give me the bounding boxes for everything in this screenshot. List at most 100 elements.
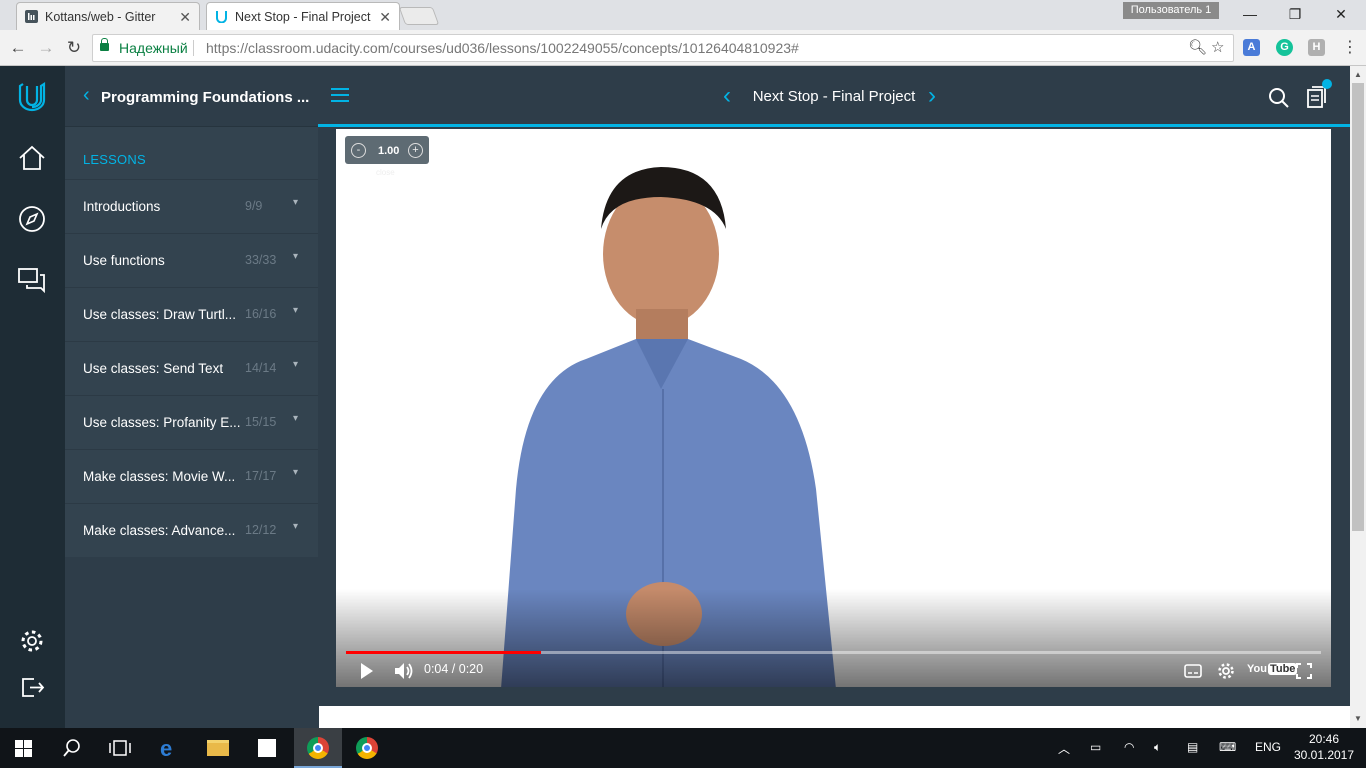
home-icon[interactable] xyxy=(16,142,48,174)
speaker-icon[interactable]: 🔈︎ xyxy=(1154,740,1161,755)
new-tab-button[interactable] xyxy=(398,7,440,25)
video-settings-icon[interactable] xyxy=(1217,662,1235,680)
tab-udacity[interactable]: Next Stop - Final Project ✕ xyxy=(206,2,400,30)
lesson-item[interactable]: Introductions 9/9 ▾ xyxy=(65,179,318,233)
close-window-icon[interactable]: ✕ xyxy=(1326,4,1356,24)
lesson-count: 16/16 xyxy=(245,307,277,321)
notification-dot xyxy=(1322,79,1332,89)
chat-icon[interactable] xyxy=(16,264,48,296)
translate-extension-icon[interactable]: A xyxy=(1243,39,1260,56)
scroll-down-icon[interactable]: ▼ xyxy=(1354,714,1362,723)
back-icon[interactable]: ← xyxy=(6,36,30,60)
course-title[interactable]: Programming Foundations ... xyxy=(101,89,309,106)
lesson-name: Make classes: Movie W... xyxy=(83,469,236,484)
url-text[interactable]: https://classroom.udacity.com/courses/ud… xyxy=(206,35,799,61)
edge-taskbar-icon[interactable]: e xyxy=(146,728,194,768)
chevron-down-icon[interactable]: ▾ xyxy=(293,359,298,370)
lesson-item[interactable]: Make classes: Advance... 12/12 ▾ xyxy=(65,503,318,557)
browser-menu-icon[interactable]: ⋮ xyxy=(1338,36,1362,60)
playback-speed-control: - 1.00 + xyxy=(345,136,429,164)
taskbar-clock[interactable]: 20:46 30.01.2017 xyxy=(1292,731,1356,763)
settings-gear-icon[interactable] xyxy=(16,625,48,657)
concept-title: Next Stop - Final Project xyxy=(752,88,916,105)
speed-decrease-button[interactable]: - xyxy=(351,143,366,158)
browser-tab-strip: Kottans/web - Gitter ✕ Next Stop - Final… xyxy=(0,0,1366,30)
lessons-panel: LESSONS Introductions 9/9 ▾ Use function… xyxy=(65,127,318,557)
chevron-down-icon[interactable]: ▾ xyxy=(293,197,298,208)
notifications-icon[interactable]: ▤ xyxy=(1187,740,1198,754)
lesson-item[interactable]: Use functions 33/33 ▾ xyxy=(65,233,318,287)
task-view-icon[interactable] xyxy=(109,740,131,756)
lesson-count: 15/15 xyxy=(245,415,277,429)
scroll-thumb[interactable] xyxy=(1352,83,1364,531)
chevron-down-icon[interactable]: ▾ xyxy=(293,413,298,424)
grammarly-extension-icon[interactable]: G xyxy=(1276,39,1293,56)
tab-gitter-title: Kottans/web - Gitter xyxy=(45,10,156,24)
bookmark-star-icon[interactable]: ☆ xyxy=(1211,35,1224,61)
language-indicator[interactable]: ENG xyxy=(1255,740,1281,754)
page-scrollbar[interactable]: ▲ ▼ xyxy=(1350,66,1366,728)
lesson-name: Use classes: Draw Turtl... xyxy=(83,307,237,322)
compass-icon[interactable] xyxy=(16,203,48,235)
tab-gitter[interactable]: Kottans/web - Gitter ✕ xyxy=(16,2,200,30)
speed-increase-button[interactable]: + xyxy=(408,143,423,158)
tab-udacity-title: Next Stop - Final Project xyxy=(235,10,371,24)
lesson-item[interactable]: Use classes: Profanity E... 15/15 ▾ xyxy=(65,395,318,449)
play-icon[interactable] xyxy=(360,662,374,680)
clock-time: 20:46 xyxy=(1308,732,1340,746)
search-icon[interactable] xyxy=(1268,87,1290,109)
youtube-logo-icon[interactable]: You Tube xyxy=(1247,663,1298,675)
secure-label: Надежный xyxy=(119,40,188,56)
chrome-profile-taskbar-icon[interactable] xyxy=(343,728,391,768)
back-chevron-icon[interactable]: ‹ xyxy=(83,84,90,107)
tray-chevron-up-icon[interactable]: ︿ xyxy=(1058,740,1070,757)
subtitles-icon[interactable] xyxy=(1184,664,1202,678)
chevron-down-icon[interactable]: ▾ xyxy=(293,467,298,478)
address-bar[interactable]: Надежный https://classroom.udacity.com/c… xyxy=(92,34,1234,62)
lesson-item[interactable]: Use classes: Send Text 14/14 ▾ xyxy=(65,341,318,395)
reload-icon[interactable]: ↻ xyxy=(62,36,86,60)
scroll-up-icon[interactable]: ▲ xyxy=(1354,70,1362,79)
speed-value: 1.00 xyxy=(378,145,400,157)
store-taskbar-icon[interactable] xyxy=(243,728,291,768)
lesson-item[interactable]: Use classes: Draw Turtl... 16/16 ▾ xyxy=(65,287,318,341)
lessons-heading: LESSONS xyxy=(83,152,146,167)
lesson-count: 33/33 xyxy=(245,253,277,267)
minimize-icon[interactable]: — xyxy=(1235,4,1265,24)
h-extension-icon[interactable]: H xyxy=(1308,39,1325,56)
lesson-item[interactable]: Make classes: Movie W... 17/17 ▾ xyxy=(65,449,318,503)
video-player[interactable]: - 1.00 + close 0:04 / 0:20 You Tube xyxy=(336,129,1331,687)
volume-icon[interactable] xyxy=(393,661,415,681)
keyboard-icon[interactable]: ⌨ xyxy=(1219,740,1236,754)
content-footer xyxy=(319,706,1350,728)
youtube-label: You xyxy=(1247,663,1267,675)
windows-start-icon[interactable] xyxy=(15,740,32,757)
lesson-name: Make classes: Advance... xyxy=(83,523,236,538)
profile-button[interactable]: Пользователь 1 xyxy=(1123,2,1219,19)
battery-icon[interactable]: ▭ xyxy=(1090,740,1101,754)
browser-toolbar: ← → ↻ Надежный https://classroom.udacity… xyxy=(0,30,1366,66)
speed-close-link[interactable]: close xyxy=(376,168,395,177)
zoom-search-icon[interactable]: 🔍︎ xyxy=(1188,35,1207,61)
wifi-icon[interactable]: ◠ xyxy=(1124,740,1134,754)
url-divider xyxy=(193,40,194,56)
clock-date: 30.01.2017 xyxy=(1293,748,1355,762)
tab-close-icon[interactable]: ✕ xyxy=(179,3,191,30)
chevron-down-icon[interactable]: ▾ xyxy=(293,251,298,262)
chrome-taskbar-icon[interactable] xyxy=(294,728,342,768)
windows-taskbar: e ︿ ▭ ◠ 🔈︎ ▤ ⌨ ENG 20:46 30.01.2017 xyxy=(0,728,1366,768)
udacity-logo-icon[interactable] xyxy=(16,80,48,112)
restore-icon[interactable]: ❐ xyxy=(1280,4,1310,24)
video-progress-bar[interactable] xyxy=(346,651,1321,654)
forward-icon[interactable]: → xyxy=(34,36,58,60)
tab-close-icon[interactable]: ✕ xyxy=(379,3,391,30)
lesson-name: Introductions xyxy=(83,199,161,214)
explorer-taskbar-icon[interactable] xyxy=(194,728,242,768)
fullscreen-icon[interactable] xyxy=(1296,663,1312,679)
chevron-down-icon[interactable]: ▾ xyxy=(293,305,298,316)
search-icon[interactable] xyxy=(63,739,81,757)
course-header[interactable]: ‹ Programming Foundations ... xyxy=(65,66,318,127)
next-concept-icon[interactable]: › xyxy=(928,82,936,110)
chevron-down-icon[interactable]: ▾ xyxy=(293,521,298,532)
logout-icon[interactable] xyxy=(16,671,48,703)
